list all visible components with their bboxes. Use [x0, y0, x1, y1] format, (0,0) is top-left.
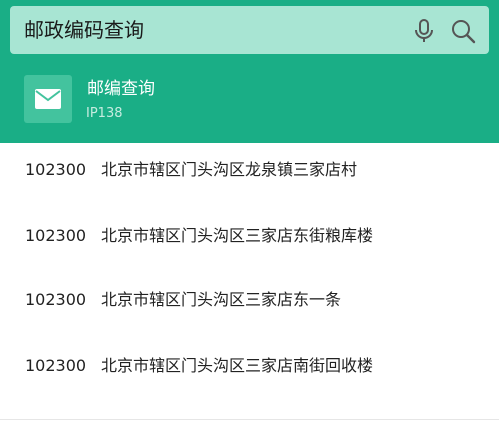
mail-icon	[24, 75, 72, 123]
address: 北京市辖区门头沟区三家店东街粮库楼	[101, 226, 374, 245]
app-title: 邮编查询	[87, 79, 155, 99]
header: 邮政编码查询 邮编查询 IP138	[0, 0, 499, 143]
address: 北京市辖区门头沟区三家店东一条	[101, 290, 342, 309]
postal-code: 102300	[25, 226, 87, 245]
app-result-card[interactable]: 邮编查询 IP138	[0, 64, 499, 140]
search-icon[interactable]	[450, 18, 476, 44]
microphone-icon[interactable]	[411, 18, 437, 44]
postal-code: 102300	[25, 356, 87, 375]
list-item[interactable]: 102300 北京市辖区门头沟区三家店东一条	[0, 280, 499, 320]
app-subtitle: IP138	[86, 106, 123, 121]
address: 北京市辖区门头沟区三家店南街回收楼	[101, 356, 374, 375]
search-input[interactable]: 邮政编码查询	[24, 6, 144, 54]
search-bar[interactable]: 邮政编码查询	[10, 6, 489, 54]
divider	[0, 419, 499, 420]
list-item[interactable]: 102300 北京市辖区门头沟区龙泉镇三家店村	[0, 150, 499, 190]
list-item[interactable]: 102300 北京市辖区门头沟区三家店东街粮库楼	[0, 216, 499, 256]
address: 北京市辖区门头沟区龙泉镇三家店村	[101, 160, 358, 179]
postal-code: 102300	[25, 160, 87, 179]
list-item[interactable]: 102300 北京市辖区门头沟区三家店南街回收楼	[0, 346, 499, 386]
postal-code: 102300	[25, 290, 87, 309]
